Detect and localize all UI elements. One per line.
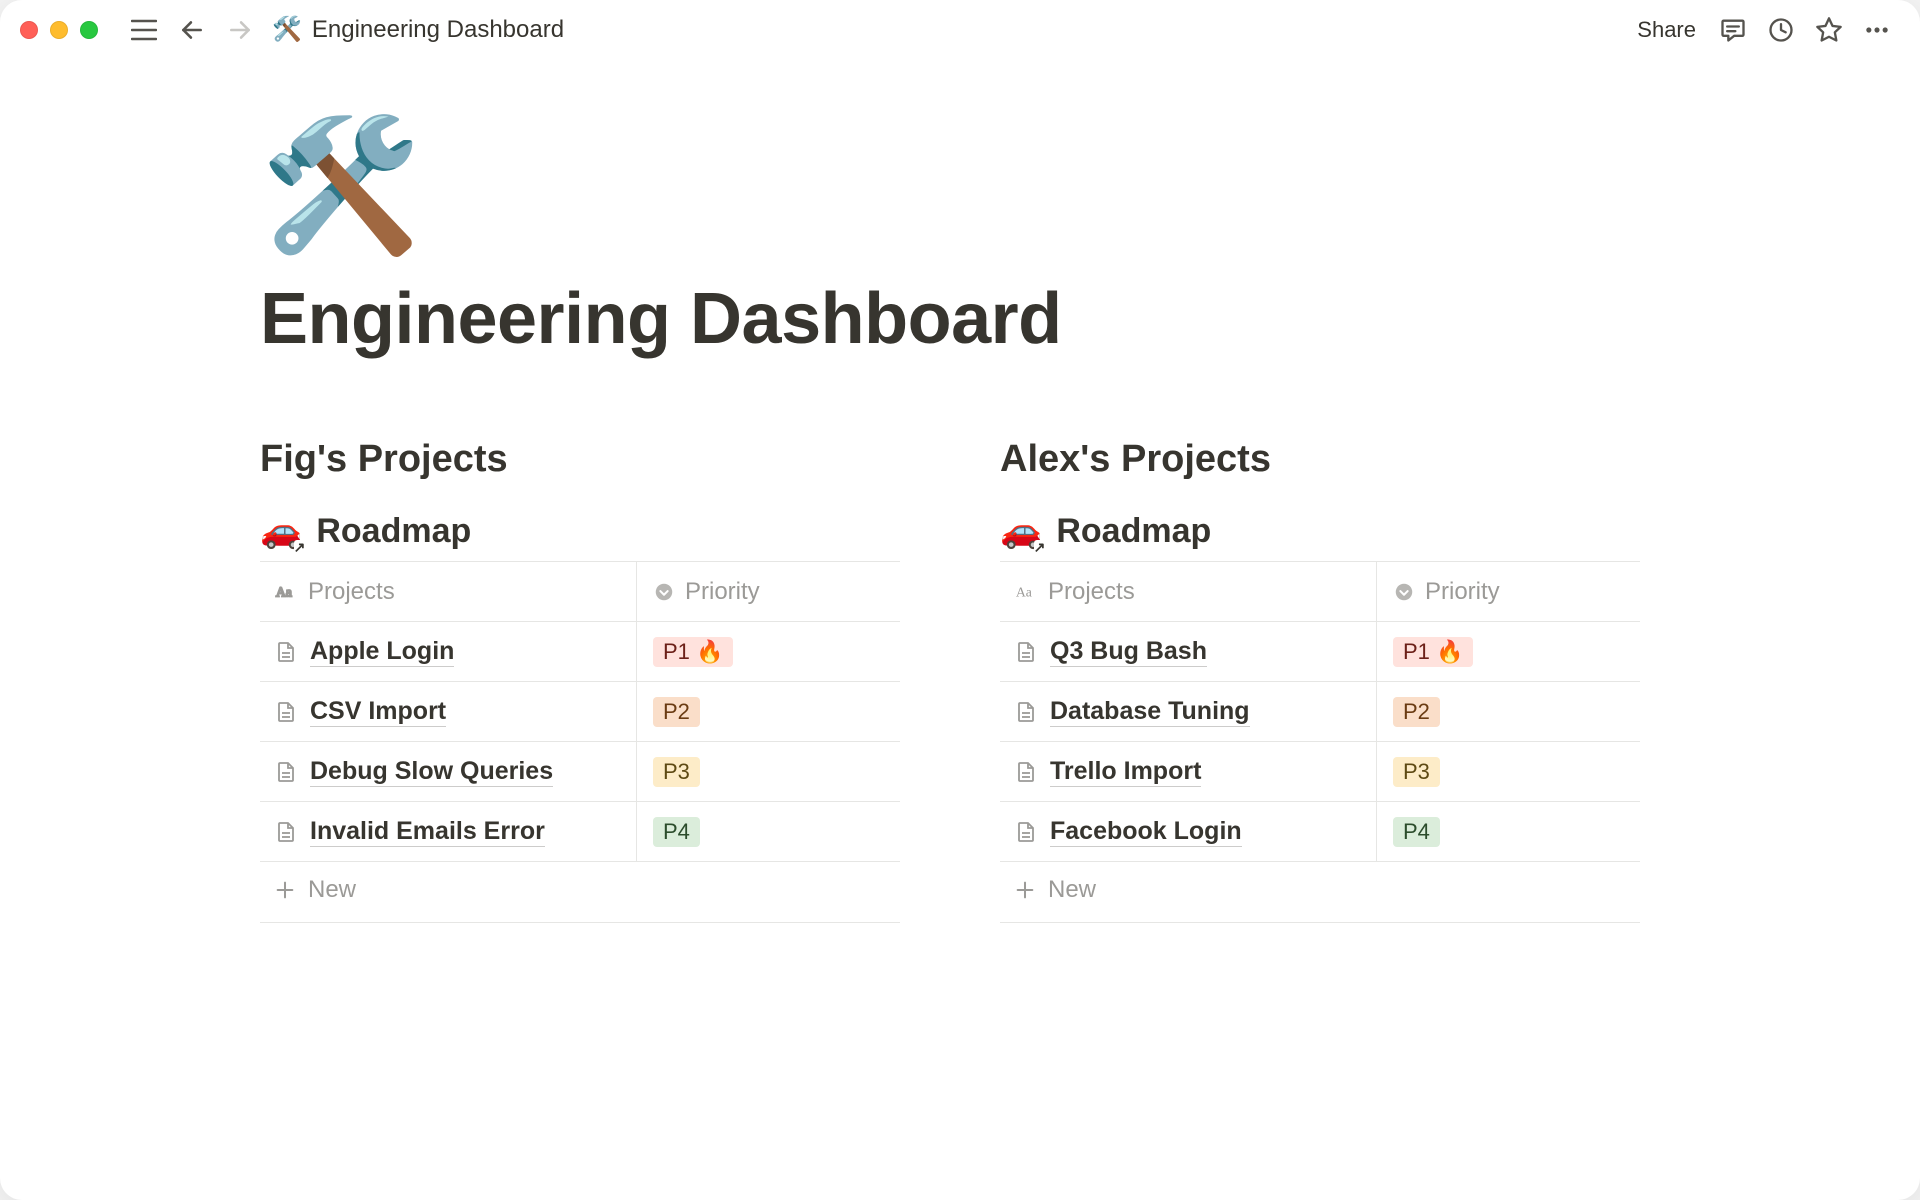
page-content: 🛠️ Engineering Dashboard Fig's Projects … bbox=[0, 60, 1920, 1200]
column-header-label: Projects bbox=[1048, 578, 1135, 606]
column-header-projects[interactable]: Aa Projects bbox=[1000, 562, 1376, 621]
linked-arrow-icon: ↗ bbox=[294, 540, 306, 554]
comments-button[interactable] bbox=[1714, 11, 1752, 49]
window-minimize-button[interactable] bbox=[50, 21, 68, 39]
database-table: Aa Projects Priority Apple Login bbox=[260, 561, 900, 923]
plus-icon bbox=[274, 879, 296, 901]
window-zoom-button[interactable] bbox=[80, 21, 98, 39]
table-row[interactable]: Facebook Login P4 bbox=[1000, 802, 1640, 862]
window-controls bbox=[20, 21, 98, 39]
linked-database-title[interactable]: 🚗↗ Roadmap bbox=[260, 511, 900, 551]
table-row[interactable]: Debug Slow Queries P3 bbox=[260, 742, 900, 802]
car-icon: 🚗↗ bbox=[260, 511, 302, 551]
priority-badge[interactable]: P4 bbox=[653, 817, 700, 847]
text-property-icon: Aa bbox=[274, 581, 296, 603]
linked-arrow-icon: ↗ bbox=[1034, 540, 1046, 554]
nav-back-button[interactable] bbox=[172, 10, 212, 50]
topbar: 🛠️ Engineering Dashboard Share bbox=[0, 0, 1920, 60]
updates-button[interactable] bbox=[1762, 11, 1800, 49]
star-icon bbox=[1815, 16, 1843, 44]
new-row-button[interactable]: New bbox=[1000, 862, 1640, 923]
priority-badge[interactable]: P4 bbox=[1393, 817, 1440, 847]
page-icon[interactable]: 🛠️ bbox=[260, 120, 1660, 250]
new-row-button[interactable]: New bbox=[260, 862, 900, 923]
row-title[interactable]: CSV Import bbox=[310, 697, 446, 727]
topbar-actions: Share bbox=[1629, 11, 1896, 49]
share-button[interactable]: Share bbox=[1629, 17, 1704, 43]
column-alexs-projects: Alex's Projects 🚗↗ Roadmap Aa Projects bbox=[1000, 438, 1640, 923]
row-title[interactable]: Invalid Emails Error bbox=[310, 817, 545, 847]
priority-badge[interactable]: P1 🔥 bbox=[653, 637, 733, 667]
svg-text:Aa: Aa bbox=[1016, 584, 1032, 599]
priority-badge[interactable]: P1 🔥 bbox=[1393, 637, 1473, 667]
columns-container: Fig's Projects 🚗↗ Roadmap Aa Projects bbox=[260, 438, 1660, 923]
page-icon bbox=[274, 820, 298, 844]
priority-badge[interactable]: P3 bbox=[653, 757, 700, 787]
column-header-label: Priority bbox=[685, 578, 760, 606]
row-title[interactable]: Database Tuning bbox=[1050, 697, 1250, 727]
column-header-priority[interactable]: Priority bbox=[636, 562, 900, 621]
page-icon bbox=[274, 640, 298, 664]
page-icon bbox=[274, 700, 298, 724]
window-close-button[interactable] bbox=[20, 21, 38, 39]
ellipsis-icon bbox=[1863, 16, 1891, 44]
row-title[interactable]: Trello Import bbox=[1050, 757, 1201, 787]
breadcrumb-page-icon: 🛠️ bbox=[272, 18, 302, 42]
more-options-button[interactable] bbox=[1858, 11, 1896, 49]
column-header-projects[interactable]: Aa Projects bbox=[260, 562, 636, 621]
linked-database-name: Roadmap bbox=[316, 512, 471, 551]
page-icon bbox=[1014, 700, 1038, 724]
arrow-right-icon bbox=[227, 17, 253, 43]
row-title[interactable]: Debug Slow Queries bbox=[310, 757, 553, 787]
clock-icon bbox=[1767, 16, 1795, 44]
table-row[interactable]: CSV Import P2 bbox=[260, 682, 900, 742]
priority-badge[interactable]: P3 bbox=[1393, 757, 1440, 787]
table-row[interactable]: Database Tuning P2 bbox=[1000, 682, 1640, 742]
page-icon bbox=[274, 760, 298, 784]
table-header: Aa Projects Priority bbox=[1000, 562, 1640, 622]
breadcrumb-page-title: Engineering Dashboard bbox=[312, 16, 564, 44]
arrow-left-icon bbox=[179, 17, 205, 43]
column-heading[interactable]: Fig's Projects bbox=[260, 438, 900, 481]
page-title[interactable]: Engineering Dashboard bbox=[260, 278, 1660, 360]
column-heading[interactable]: Alex's Projects bbox=[1000, 438, 1640, 481]
page-icon bbox=[1014, 640, 1038, 664]
new-row-label: New bbox=[308, 876, 356, 904]
svg-text:Aa: Aa bbox=[276, 584, 292, 599]
database-table: Aa Projects Priority Q3 Bug Bash bbox=[1000, 561, 1640, 923]
select-property-icon bbox=[653, 581, 675, 603]
table-row[interactable]: Trello Import P3 bbox=[1000, 742, 1640, 802]
page-icon bbox=[1014, 820, 1038, 844]
priority-badge[interactable]: P2 bbox=[1393, 697, 1440, 727]
speech-bubble-icon bbox=[1719, 16, 1747, 44]
linked-database-name: Roadmap bbox=[1056, 512, 1211, 551]
table-row[interactable]: Apple Login P1 🔥 bbox=[260, 622, 900, 682]
plus-icon bbox=[1014, 879, 1036, 901]
column-header-label: Priority bbox=[1425, 578, 1500, 606]
table-header: Aa Projects Priority bbox=[260, 562, 900, 622]
text-property-icon: Aa bbox=[1014, 581, 1036, 603]
table-row[interactable]: Q3 Bug Bash P1 🔥 bbox=[1000, 622, 1640, 682]
page-icon bbox=[1014, 760, 1038, 784]
favorite-button[interactable] bbox=[1810, 11, 1848, 49]
hamburger-icon bbox=[131, 19, 157, 41]
row-title[interactable]: Apple Login bbox=[310, 637, 454, 667]
row-title[interactable]: Facebook Login bbox=[1050, 817, 1242, 847]
column-figs-projects: Fig's Projects 🚗↗ Roadmap Aa Projects bbox=[260, 438, 900, 923]
sidebar-toggle-button[interactable] bbox=[124, 10, 164, 50]
table-row[interactable]: Invalid Emails Error P4 bbox=[260, 802, 900, 862]
priority-badge[interactable]: P2 bbox=[653, 697, 700, 727]
select-property-icon bbox=[1393, 581, 1415, 603]
column-header-label: Projects bbox=[308, 578, 395, 606]
app-window: 🛠️ Engineering Dashboard Share 🛠️ Engine… bbox=[0, 0, 1920, 1200]
linked-database-title[interactable]: 🚗↗ Roadmap bbox=[1000, 511, 1640, 551]
column-header-priority[interactable]: Priority bbox=[1376, 562, 1640, 621]
row-title[interactable]: Q3 Bug Bash bbox=[1050, 637, 1207, 667]
new-row-label: New bbox=[1048, 876, 1096, 904]
car-icon: 🚗↗ bbox=[1000, 511, 1042, 551]
nav-forward-button[interactable] bbox=[220, 10, 260, 50]
breadcrumb[interactable]: 🛠️ Engineering Dashboard bbox=[272, 16, 564, 44]
